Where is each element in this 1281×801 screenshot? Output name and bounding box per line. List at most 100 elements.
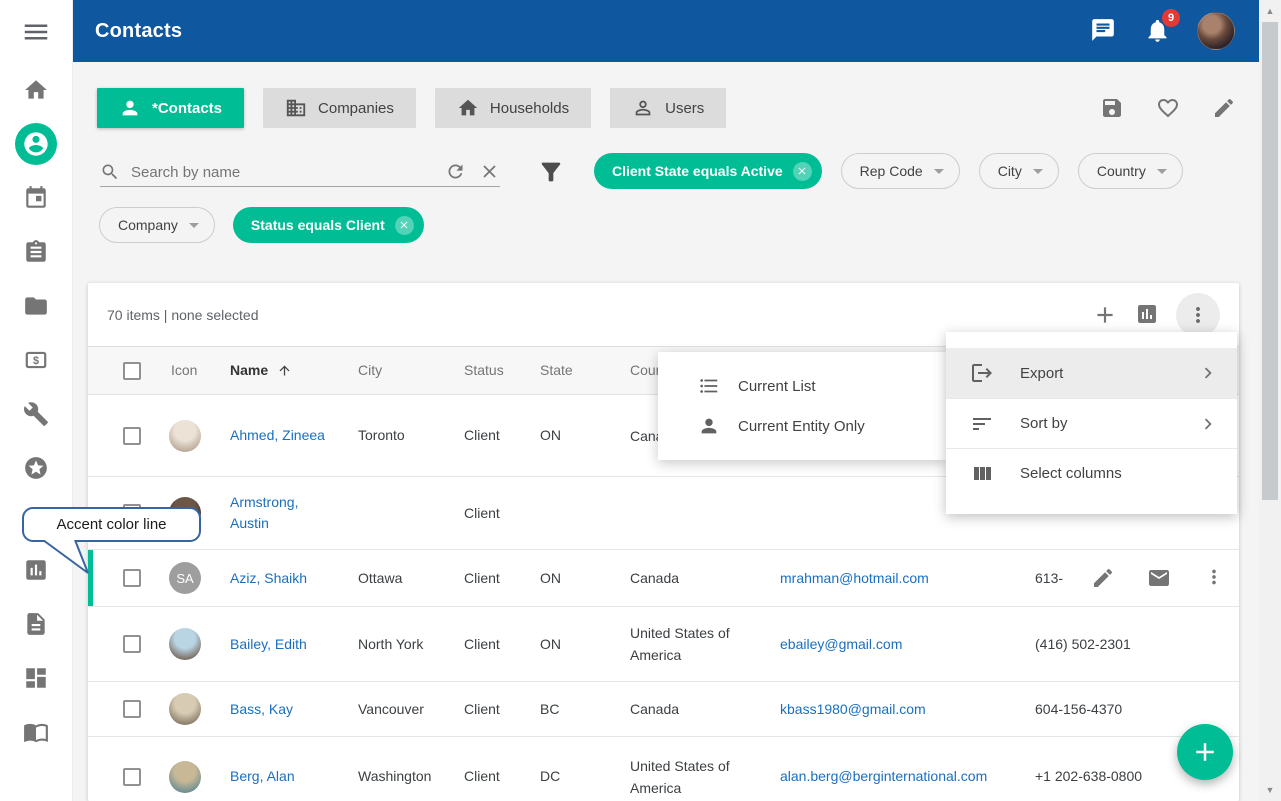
filter-chip-client-state-equals-active[interactable]: Client State equals Active xyxy=(594,153,822,189)
refresh-icon[interactable] xyxy=(444,161,466,183)
submenu-item-current-entity-only[interactable]: Current Entity Only xyxy=(658,406,947,446)
person-icon xyxy=(698,415,720,437)
filter-icon[interactable] xyxy=(537,158,565,186)
row-more-options-icon[interactable] xyxy=(1203,566,1217,590)
remove-filter-icon[interactable] xyxy=(395,216,414,235)
tab-contacts[interactable]: *Contacts xyxy=(97,88,244,128)
contact-name-link[interactable]: Bass, Kay xyxy=(230,701,293,717)
contact-email-link[interactable]: ebailey@gmail.com xyxy=(780,636,902,652)
table-row[interactable]: Bailey, EdithNorth YorkClientONUnited St… xyxy=(88,607,1239,682)
contact-name-link[interactable]: Armstrong, Austin xyxy=(230,494,298,531)
contact-name-link[interactable]: Aziz, Shaikh xyxy=(230,570,307,586)
row-checkbox[interactable] xyxy=(123,768,141,786)
scroll-down-icon[interactable]: ▼ xyxy=(1259,781,1281,799)
submenu-chevron-icon xyxy=(1197,413,1219,435)
contact-email-link[interactable]: mrahman@hotmail.com xyxy=(780,570,929,586)
submenu-item-current-list[interactable]: Current List xyxy=(658,366,947,406)
save-icon[interactable] xyxy=(1100,96,1124,120)
chip-label: City xyxy=(998,163,1022,179)
edit-icon[interactable] xyxy=(1212,96,1236,120)
sidebar-item-billing[interactable]: $ xyxy=(0,333,72,387)
dashboard-icon xyxy=(23,665,49,691)
add-icon[interactable] xyxy=(1092,302,1118,328)
edit-contact-icon[interactable] xyxy=(1091,566,1115,590)
cell-phone: 604-156-4370 xyxy=(1028,699,1158,720)
home-icon xyxy=(23,77,49,103)
filter-dropdown-rep-code[interactable]: Rep Code xyxy=(841,153,960,189)
filter-chips-row2: Company Status equals Client xyxy=(99,207,424,243)
chip-label: Company xyxy=(118,217,178,233)
sidebar-item-tools[interactable] xyxy=(0,387,72,441)
sidebar-item-documents[interactable] xyxy=(0,597,72,651)
more-options-icon[interactable] xyxy=(1176,293,1220,337)
sidebar-item-directory[interactable] xyxy=(0,705,72,759)
column-header-state[interactable]: State xyxy=(536,360,626,381)
cell-phone: +1 202-638-0800 xyxy=(1028,766,1158,787)
tab-companies[interactable]: Companies xyxy=(263,88,416,128)
book-icon xyxy=(23,719,49,745)
sidebar-item-files[interactable] xyxy=(0,279,72,333)
chart-view-icon[interactable] xyxy=(1134,302,1160,328)
sort-asc-icon xyxy=(277,363,292,378)
cell-state: BC xyxy=(536,699,626,720)
filter-chip-status-equals-client[interactable]: Status equals Client xyxy=(233,207,424,243)
cell-city: Vancouver xyxy=(354,699,460,720)
filter-dropdown-country[interactable]: Country xyxy=(1078,153,1183,189)
contact-name-link[interactable]: Ahmed, Zineea xyxy=(230,427,325,443)
sidebar-item-tasks[interactable] xyxy=(0,225,72,279)
select-all-checkbox[interactable] xyxy=(123,362,141,380)
contact-name-link[interactable]: Bailey, Edith xyxy=(230,636,307,652)
menu-item-select-columns[interactable]: Select columns xyxy=(946,448,1237,498)
row-checkbox[interactable] xyxy=(123,700,141,718)
row-checkbox[interactable] xyxy=(123,635,141,653)
cell-country: United States of America xyxy=(626,755,756,799)
menu-item-sort-by[interactable]: Sort by xyxy=(946,398,1237,448)
row-hover-actions xyxy=(1091,566,1217,590)
remove-filter-icon[interactable] xyxy=(793,162,812,181)
column-header-city[interactable]: City xyxy=(354,360,460,381)
send-email-icon[interactable] xyxy=(1147,566,1171,590)
row-checkbox[interactable] xyxy=(123,427,141,445)
sidebar-item-contacts[interactable] xyxy=(0,117,72,171)
user-avatar[interactable] xyxy=(1197,12,1235,50)
tab-households[interactable]: Households xyxy=(435,88,591,128)
table-row[interactable]: SAAziz, ShaikhOttawaClientONCanadamrahma… xyxy=(88,550,1239,607)
search-icon xyxy=(100,162,120,182)
column-header-status[interactable]: Status xyxy=(460,360,536,381)
cell-country: United States of America xyxy=(626,622,756,666)
add-contact-fab[interactable] xyxy=(1177,724,1233,780)
sidebar-item-home[interactable] xyxy=(0,63,72,117)
contact-email-link[interactable]: kbass1980@gmail.com xyxy=(780,701,926,717)
column-header-icon[interactable]: Icon xyxy=(150,360,228,381)
cell-city: Washington xyxy=(354,766,460,787)
chat-icon[interactable] xyxy=(1089,17,1117,45)
sidebar-item-favorites[interactable] xyxy=(0,441,72,495)
column-header-name[interactable]: Name xyxy=(228,360,342,381)
sort-icon xyxy=(970,412,994,436)
list-toolbar-icons xyxy=(1092,293,1220,337)
avatar xyxy=(169,693,201,725)
menu-icon[interactable] xyxy=(21,17,51,47)
table-row[interactable]: Bass, KayVancouverClientBCCanadakbass198… xyxy=(88,682,1239,737)
sidebar-item-calendar[interactable] xyxy=(0,171,72,225)
scrollbar-thumb[interactable] xyxy=(1262,22,1278,500)
cell-status: Client xyxy=(460,766,536,787)
contact-email-link[interactable]: alan.berg@berginternational.com xyxy=(780,768,987,784)
scrollbar[interactable]: ▲ ▼ xyxy=(1259,0,1281,801)
tab-users[interactable]: Users xyxy=(610,88,726,128)
search-input[interactable] xyxy=(129,163,432,182)
avatar xyxy=(169,761,201,793)
table-row[interactable]: Berg, AlanWashingtonClientDCUnited State… xyxy=(88,737,1239,801)
clear-search-icon[interactable] xyxy=(478,161,500,183)
menu-item-export[interactable]: Export xyxy=(946,348,1237,398)
contact-name-link[interactable]: Berg, Alan xyxy=(230,768,295,784)
page-title: Contacts xyxy=(95,20,182,43)
row-checkbox[interactable] xyxy=(123,569,141,587)
notifications-icon[interactable]: 9 xyxy=(1143,17,1171,45)
favorite-icon[interactable] xyxy=(1156,96,1180,120)
tab-label: Users xyxy=(665,100,704,117)
filter-dropdown-company[interactable]: Company xyxy=(99,207,215,243)
sidebar-item-dashboard[interactable] xyxy=(0,651,72,705)
scroll-up-icon[interactable]: ▲ xyxy=(1259,2,1281,20)
filter-dropdown-city[interactable]: City xyxy=(979,153,1059,189)
